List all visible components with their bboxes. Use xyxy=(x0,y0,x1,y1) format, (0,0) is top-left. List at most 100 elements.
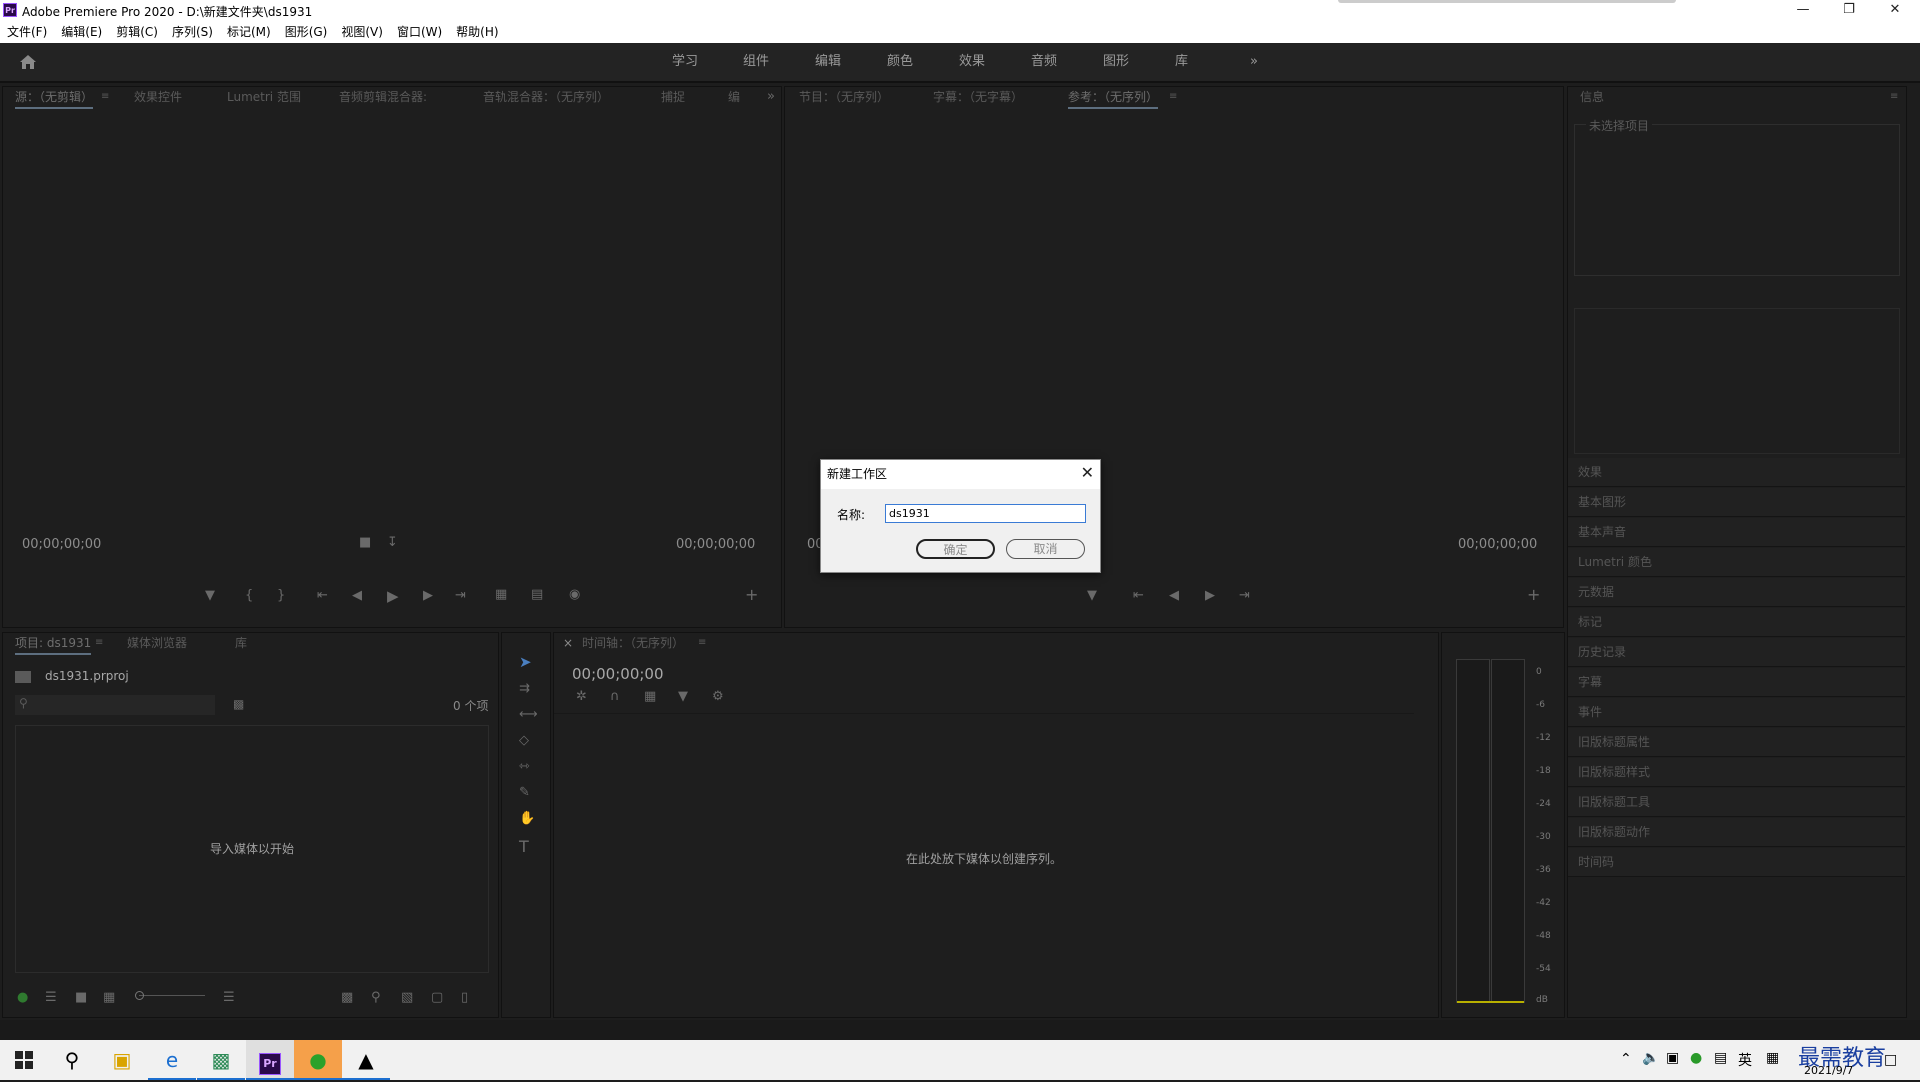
workspace-audio[interactable]: 音频 xyxy=(1031,43,1057,83)
menu-sequence[interactable]: 序列(S) xyxy=(172,21,213,43)
play-icon[interactable]: ▶ xyxy=(387,587,399,605)
pen-tool-icon[interactable]: ✎ xyxy=(519,785,530,800)
workspace-name-input[interactable] xyxy=(885,504,1086,523)
settings-icon[interactable]: ↧ xyxy=(387,535,398,550)
tab-effect-controls[interactable]: 效果控件 xyxy=(134,87,182,107)
add-marker-icon[interactable]: ▼ xyxy=(678,689,688,704)
overwrite-icon[interactable]: ▤ xyxy=(531,587,543,602)
menu-edit[interactable]: 编辑(E) xyxy=(61,21,102,43)
tab-audio-track-mixer[interactable]: 音轨混合器：（无序列） xyxy=(483,87,609,107)
lift-icon[interactable]: ▼ xyxy=(1087,588,1097,603)
edge-browser-icon[interactable]: e xyxy=(148,1040,196,1080)
button-editor-icon[interactable]: + xyxy=(745,585,758,604)
selection-tool-icon[interactable]: ➤ xyxy=(519,653,532,671)
type-tool-icon[interactable]: T xyxy=(519,837,529,856)
network-icon[interactable]: ▣ xyxy=(1666,1050,1679,1066)
education-app-icon[interactable]: ▲ xyxy=(342,1040,390,1080)
minimize-icon[interactable]: — xyxy=(1780,0,1826,21)
workspace-editing[interactable]: 编辑 xyxy=(815,43,841,83)
windows-start-icon[interactable] xyxy=(0,1040,48,1080)
new-item-icon[interactable]: ▢ xyxy=(431,990,443,1005)
list-item-timecode[interactable]: 时间码 xyxy=(1568,848,1905,877)
tab-reference[interactable]: 参考：（无序列） xyxy=(1068,87,1159,109)
ripple-edit-tool-icon[interactable]: ⟷ xyxy=(519,707,538,722)
timeline-timecode[interactable]: 00;00;00;00 xyxy=(572,665,664,683)
tab-project[interactable]: 项目: ds1931 xyxy=(15,633,92,655)
workspace-effects[interactable]: 效果 xyxy=(959,43,985,83)
archive-app-icon[interactable]: ▩ xyxy=(197,1040,245,1080)
dialog-close-icon[interactable]: ✕ xyxy=(1081,463,1094,482)
nest-icon[interactable]: ✲ xyxy=(576,689,587,704)
list-item-markers[interactable]: 标记 xyxy=(1568,608,1905,637)
list-item-captions[interactable]: 字幕 xyxy=(1568,668,1905,697)
tab-lumetri-scopes[interactable]: Lumetri 范围 xyxy=(227,87,301,107)
zoom-slider[interactable] xyxy=(139,995,205,996)
tab-program[interactable]: 节目：（无序列） xyxy=(799,87,889,107)
step-back-icon[interactable]: ◀ xyxy=(1169,588,1179,603)
tab-captions[interactable]: 字幕：（无字幕） xyxy=(933,87,1023,107)
freeform-view-icon[interactable]: ▦ xyxy=(103,990,115,1005)
step-forward-icon[interactable]: ▶ xyxy=(1205,588,1215,603)
list-item-legacy-title-actions[interactable]: 旧版标题动作 xyxy=(1568,818,1905,847)
restore-icon[interactable]: ❐ xyxy=(1826,0,1872,21)
zoom-slider-handle[interactable] xyxy=(135,991,144,1000)
workspace-color[interactable]: 颜色 xyxy=(887,43,913,83)
fit-dropdown-icon[interactable]: ■ xyxy=(359,535,371,550)
razor-tool-icon[interactable]: ◇ xyxy=(519,733,529,748)
list-item-lumetri-color[interactable]: Lumetri 颜色 xyxy=(1568,548,1905,577)
list-item-essential-graphics[interactable]: 基本图形 xyxy=(1568,488,1905,517)
show-hidden-icons-icon[interactable]: ⌃ xyxy=(1620,1051,1632,1067)
panel-menu-icon[interactable]: ≡ xyxy=(1169,91,1177,102)
tab-libraries[interactable]: 库 xyxy=(235,633,247,653)
project-drop-area[interactable]: 导入媒体以开始 xyxy=(15,725,489,973)
source-timecode-playhead[interactable]: 00;00;00;00 xyxy=(22,537,101,552)
tab-info[interactable]: 信息 xyxy=(1580,87,1604,107)
hand-tool-icon[interactable]: ✋ xyxy=(519,811,535,826)
list-item-history[interactable]: 历史记录 xyxy=(1568,638,1905,667)
new-bin-icon[interactable]: ▧ xyxy=(401,990,413,1005)
workspace-libraries[interactable]: 库 xyxy=(1175,43,1188,83)
file-explorer-icon[interactable]: ▣ xyxy=(98,1040,146,1080)
menu-clip[interactable]: 剪辑(C) xyxy=(116,21,158,43)
mark-in-icon[interactable]: { xyxy=(245,588,253,603)
insert-icon[interactable]: ▦ xyxy=(495,587,507,602)
panel-menu-icon[interactable]: ≡ xyxy=(1890,91,1898,102)
export-frame-icon[interactable]: ◉ xyxy=(569,587,580,602)
menu-graphics[interactable]: 图形(G) xyxy=(285,21,328,43)
input-language[interactable]: 英 xyxy=(1738,1050,1752,1070)
list-view-icon[interactable]: ☰ xyxy=(45,990,57,1005)
mark-out-icon[interactable]: } xyxy=(277,588,285,603)
list-item-legacy-title-properties[interactable]: 旧版标题属性 xyxy=(1568,728,1905,757)
list-item-effects[interactable]: 效果 xyxy=(1568,458,1905,487)
close-window-icon[interactable]: ✕ xyxy=(1872,0,1918,21)
wrench-icon[interactable]: ⚙ xyxy=(712,689,724,704)
panel-menu-icon[interactable]: ≡ xyxy=(698,637,706,648)
sort-icon[interactable]: ☰ xyxy=(223,990,235,1005)
menu-view[interactable]: 视图(V) xyxy=(341,21,383,43)
tab-audio-clip-mixer[interactable]: 音频剪辑混合器: xyxy=(339,87,427,107)
more-workspaces-icon[interactable]: » xyxy=(1250,43,1258,83)
delete-icon[interactable]: ▯ xyxy=(461,990,468,1005)
workspace-graphics[interactable]: 图形 xyxy=(1103,43,1129,83)
security-icon[interactable]: ● xyxy=(1690,1050,1702,1066)
workspace-learn[interactable]: 学习 xyxy=(672,43,698,83)
slip-tool-icon[interactable]: ⇿ xyxy=(519,759,530,774)
list-item-metadata[interactable]: 元数据 xyxy=(1568,578,1905,607)
step-forward-icon[interactable]: ▶ xyxy=(423,588,433,603)
automate-to-sequence-icon[interactable]: ▩ xyxy=(341,990,353,1005)
notification-icon[interactable]: □ xyxy=(1884,1052,1897,1068)
search-icon[interactable]: ⚲ xyxy=(48,1040,96,1080)
cancel-button[interactable]: 取消 xyxy=(1006,539,1085,559)
list-item-legacy-title-tools[interactable]: 旧版标题工具 xyxy=(1568,788,1905,817)
icon-view-icon[interactable]: ■ xyxy=(75,990,87,1005)
input-method-icon[interactable]: ▤ xyxy=(1714,1050,1727,1066)
home-icon[interactable] xyxy=(18,53,38,71)
panel-menu-icon[interactable]: ≡ xyxy=(101,91,109,102)
lock-icon[interactable]: ● xyxy=(17,990,28,1005)
panel-menu-icon[interactable]: ≡ xyxy=(95,637,103,648)
button-editor-icon[interactable]: + xyxy=(1527,585,1540,604)
wechat-icon[interactable]: ● xyxy=(294,1040,342,1080)
tab-edit-truncated[interactable]: 编 xyxy=(728,87,740,107)
close-timeline-icon[interactable]: × xyxy=(563,636,573,650)
project-search-input[interactable]: ⚲ xyxy=(15,695,215,715)
